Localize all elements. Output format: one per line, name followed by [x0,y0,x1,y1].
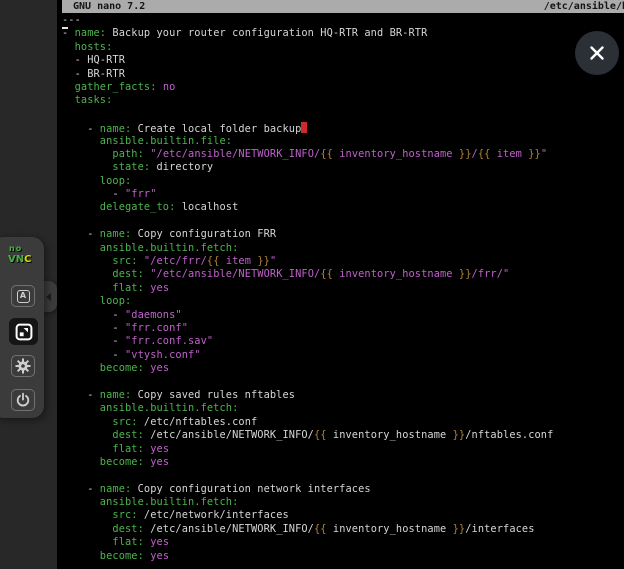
editor-line: - name: Copy saved rules nftables [62,389,624,402]
editor-line: flat: yes [62,443,624,456]
gear-icon [14,357,32,375]
editor-line: - HQ-RTR [62,54,624,67]
editor-line: loop: [62,295,624,308]
editor-line: become: yes [62,550,624,563]
editor-line: src: /etc/network/interfaces [62,509,624,522]
editor-line: hosts: [62,41,624,54]
vnc-terminal-screen[interactable]: GNU nano 7.2 /etc/ansible/b ---- name: B… [57,0,624,569]
collapse-left-arrow-icon [46,293,51,301]
settings-button[interactable] [11,355,35,377]
keyboard-a-icon: A [17,290,30,303]
editor-line: ansible.builtin.fetch: [62,402,624,415]
editor-line [62,215,624,228]
editor-line: ansible.builtin.file: [62,135,624,148]
editor-line: path: "/etc/ansible/NETWORK_INFO/{{ inve… [62,148,624,161]
editor-line: dest: "/etc/ansible/NETWORK_INFO/{{ inve… [62,268,624,281]
editor-lines: ---- name: Backup your router configurat… [62,14,624,569]
x-close-icon [575,31,619,75]
editor-line: state: directory [62,161,624,174]
novnc-logo-c: C [24,254,31,265]
editor-line: src: /etc/nftables.conf [62,416,624,429]
novnc-logo-no: no [9,245,31,253]
editor-line: - "frr" [62,188,624,201]
nano-app-title: GNU nano 7.2 [73,0,145,13]
nano-file-path: /etc/ansible/b [544,0,624,13]
editor-line: - name: Copy configuration FRR [62,228,624,241]
editor-line: - name: Backup your router configuration… [62,27,624,40]
editor-line: loop: [62,175,624,188]
novnc-logo-vn: VN [8,254,24,265]
editor-line: - "daemons" [62,309,624,322]
disconnect-button[interactable] [11,389,35,411]
novnc-logo: noVNC [8,245,31,264]
vnc-control-bar-handle[interactable] [42,281,57,312]
editor-line [62,469,624,482]
editor-line [62,376,624,389]
power-icon [14,391,32,409]
editor-line: - "frr.conf" [62,322,624,335]
editor-line: gather_facts: no [62,81,624,94]
extra-keys-button[interactable]: A [11,285,35,307]
editor-line: src: "/etc/frr/{{ item }}" [62,255,624,268]
terminal-cursor-underline [62,27,68,29]
text-cursor [301,122,307,133]
editor-line: - BR-RTR [62,68,624,81]
editor-line [62,108,624,121]
close-overlay-button[interactable] [575,31,619,75]
editor-line: ansible.builtin.fetch: [62,242,624,255]
editor-line: - "frr.conf.sav" [62,335,624,348]
editor-line: dest: /etc/ansible/NETWORK_INFO/{{ inven… [62,429,624,442]
editor-line: - name: Copy configuration network inter… [62,483,624,496]
vnc-control-bar: noVNC A [0,237,44,418]
editor-line: dest: /etc/ansible/NETWORK_INFO/{{ inven… [62,523,624,536]
nano-title-bar: GNU nano 7.2 /etc/ansible/b [62,0,624,13]
editor-line: become: yes [62,456,624,469]
editor-line: flat: yes [62,282,624,295]
expand-icon [15,323,33,341]
editor-line: become: yes [62,362,624,375]
editor-line: delegate_to: localhost [62,201,624,214]
editor-line: flat: yes [62,536,624,549]
editor-line: ansible.builtin.fetch: [62,496,624,509]
editor-line: tasks: [62,94,624,107]
editor-line: - name: Create local folder backup [62,121,624,134]
editor-line: - "vtysh.conf" [62,349,624,362]
fullscreen-button[interactable] [9,318,38,345]
editor-line: --- [62,14,624,27]
